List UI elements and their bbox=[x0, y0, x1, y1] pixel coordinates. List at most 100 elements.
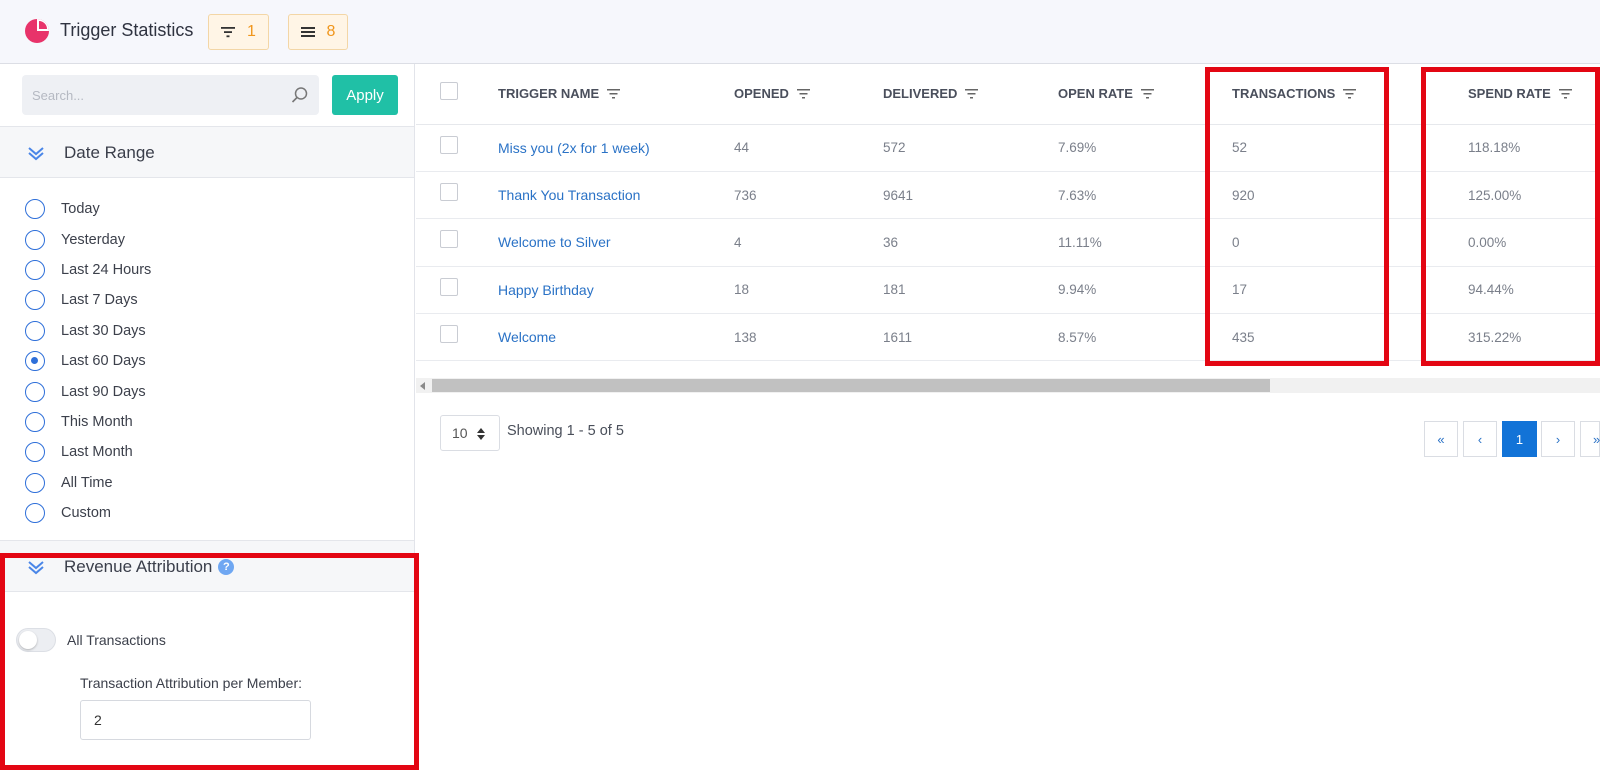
prev-page-button[interactable]: ‹ bbox=[1463, 421, 1497, 457]
date-range-header[interactable]: Date Range bbox=[0, 126, 414, 178]
trigger-name-link[interactable]: Miss you (2x for 1 week) bbox=[498, 140, 650, 156]
column-delivered[interactable]: DELIVERED bbox=[883, 64, 1058, 125]
delivered-cell: 1611 bbox=[883, 313, 1058, 362]
filter-badge-button[interactable]: 1 bbox=[208, 14, 269, 50]
trigger-stats-table: TRIGGER NAME OPENED DELIVERED OPEN RATE … bbox=[416, 64, 1600, 362]
date-range-option[interactable]: Last 60 Days bbox=[25, 346, 405, 376]
help-icon[interactable]: ? bbox=[218, 559, 235, 575]
page-1-button[interactable]: 1 bbox=[1502, 421, 1537, 457]
list-icon bbox=[300, 27, 315, 37]
date-range-option[interactable]: All Time bbox=[25, 468, 405, 498]
radio-label: Last 90 Days bbox=[61, 383, 146, 400]
row-checkbox[interactable] bbox=[440, 230, 458, 249]
attribution-per-member-label: Transaction Attribution per Member: bbox=[80, 675, 303, 691]
select-all-checkbox[interactable] bbox=[440, 81, 458, 100]
trigger-name-cell: Happy Birthday bbox=[498, 266, 734, 315]
row-checkbox[interactable] bbox=[440, 277, 458, 296]
radio-label: Last 24 Hours bbox=[61, 261, 152, 278]
filter-icon[interactable] bbox=[796, 88, 810, 99]
select-all-cell bbox=[416, 64, 498, 125]
trigger-name-link[interactable]: Thank You Transaction bbox=[498, 187, 640, 203]
table-row: Thank You Transaction 736 9641 7.63% 920 125.… bbox=[416, 171, 1600, 220]
column-label: TRIGGER NAME bbox=[498, 86, 600, 102]
trigger-name-link[interactable]: Welcome to Silver bbox=[498, 234, 611, 250]
radio-button[interactable] bbox=[25, 320, 45, 341]
row-checkbox[interactable] bbox=[440, 183, 458, 202]
trigger-name-cell: Miss you (2x for 1 week) bbox=[498, 124, 734, 172]
column-transactions[interactable]: TRANSACTIONS bbox=[1232, 64, 1468, 125]
filter-icon[interactable] bbox=[1558, 88, 1572, 99]
table-row: Happy Birthday 18 181 9.94% 17 94.44% bbox=[416, 266, 1600, 315]
date-range-option[interactable]: Last 30 Days bbox=[25, 316, 405, 346]
apply-button[interactable]: Apply bbox=[332, 75, 398, 115]
next-page-button[interactable]: › bbox=[1541, 421, 1575, 457]
scrollbar-thumb[interactable] bbox=[432, 379, 1270, 392]
scroll-left-arrow-icon[interactable] bbox=[420, 382, 425, 390]
filter-icon[interactable] bbox=[1343, 88, 1357, 99]
app-header: Trigger Statistics 1 8 bbox=[0, 0, 1600, 64]
date-range-option[interactable]: Last 24 Hours bbox=[25, 255, 405, 285]
date-range-options: Today Yesterday Last 24 Hours Last 7 Days La… bbox=[25, 194, 405, 528]
filter-icon[interactable] bbox=[1140, 88, 1154, 99]
table-header-row: TRIGGER NAME OPENED DELIVERED OPEN RATE … bbox=[416, 64, 1600, 125]
horizontal-scrollbar[interactable] bbox=[416, 378, 1600, 393]
spend-rate-cell: 118.18% bbox=[1468, 124, 1600, 172]
row-checkbox[interactable] bbox=[440, 135, 458, 154]
page-size-select[interactable]: 10 bbox=[440, 415, 500, 451]
radio-button[interactable] bbox=[25, 290, 45, 311]
column-open-rate[interactable]: OPEN RATE bbox=[1058, 64, 1232, 125]
trigger-name-cell: Thank You Transaction bbox=[498, 171, 734, 220]
spend-rate-cell: 94.44% bbox=[1468, 266, 1600, 315]
filter-icon[interactable] bbox=[607, 88, 621, 99]
showing-count: Showing 1 - 5 of 5 bbox=[507, 423, 624, 439]
radio-button[interactable] bbox=[25, 411, 45, 432]
filter-icon[interactable] bbox=[965, 88, 979, 99]
spend-rate-cell: 125.00% bbox=[1468, 171, 1600, 220]
revenue-attribution-header[interactable]: Revenue Attribution? bbox=[0, 540, 414, 592]
radio-button[interactable] bbox=[25, 503, 45, 524]
date-range-option[interactable]: This Month bbox=[25, 407, 405, 437]
pie-chart-logo-icon bbox=[25, 19, 49, 43]
date-range-option[interactable]: Last 7 Days bbox=[25, 285, 405, 315]
open-rate-cell: 11.11% bbox=[1058, 218, 1232, 267]
first-page-button[interactable]: « bbox=[1424, 421, 1458, 457]
opened-cell: 44 bbox=[734, 124, 883, 172]
column-label: SPEND RATE bbox=[1468, 86, 1551, 102]
attribution-per-member-input[interactable] bbox=[80, 700, 311, 740]
search-icon[interactable] bbox=[291, 86, 309, 104]
date-range-option[interactable]: Yesterday bbox=[25, 224, 405, 254]
date-range-option[interactable]: Last 90 Days bbox=[25, 376, 405, 406]
date-range-option[interactable]: Last Month bbox=[25, 437, 405, 467]
search-input[interactable] bbox=[22, 75, 319, 115]
radio-label: Last Month bbox=[61, 444, 133, 461]
date-range-title: Date Range bbox=[64, 143, 155, 162]
delivered-cell: 572 bbox=[883, 124, 1058, 172]
all-transactions-toggle[interactable] bbox=[16, 628, 56, 652]
radio-button[interactable] bbox=[25, 351, 45, 372]
radio-button[interactable] bbox=[25, 381, 45, 402]
filter-sidebar: Apply Date Range Today Yesterday Last 24 H… bbox=[0, 64, 415, 770]
row-select-cell bbox=[416, 171, 498, 220]
revenue-attribution-title: Revenue Attribution? bbox=[64, 557, 235, 577]
column-label: TRANSACTIONS bbox=[1232, 86, 1336, 102]
table-row: Welcome 138 1611 8.57% 435 315.22% bbox=[416, 313, 1600, 362]
radio-button[interactable] bbox=[25, 259, 45, 280]
column-spend-rate[interactable]: SPEND RATE bbox=[1468, 64, 1600, 125]
last-page-button[interactable]: » bbox=[1580, 421, 1600, 457]
row-checkbox[interactable] bbox=[440, 325, 458, 344]
column-trigger-name[interactable]: TRIGGER NAME bbox=[498, 64, 734, 125]
radio-button[interactable] bbox=[25, 472, 45, 493]
list-badge-button[interactable]: 8 bbox=[288, 14, 348, 50]
trigger-stats-table-container: TRIGGER NAME OPENED DELIVERED OPEN RATE … bbox=[416, 64, 1600, 364]
radio-button[interactable] bbox=[25, 199, 45, 220]
radio-button[interactable] bbox=[25, 442, 45, 463]
radio-label: All Time bbox=[61, 474, 113, 491]
trigger-name-link[interactable]: Welcome bbox=[498, 329, 556, 345]
date-range-option[interactable]: Today bbox=[25, 194, 405, 224]
row-select-cell bbox=[416, 218, 498, 267]
column-opened[interactable]: OPENED bbox=[734, 64, 883, 125]
chevron-down-icon bbox=[28, 561, 44, 575]
date-range-option[interactable]: Custom bbox=[25, 498, 405, 528]
trigger-name-link[interactable]: Happy Birthday bbox=[498, 282, 594, 298]
radio-button[interactable] bbox=[25, 229, 45, 250]
